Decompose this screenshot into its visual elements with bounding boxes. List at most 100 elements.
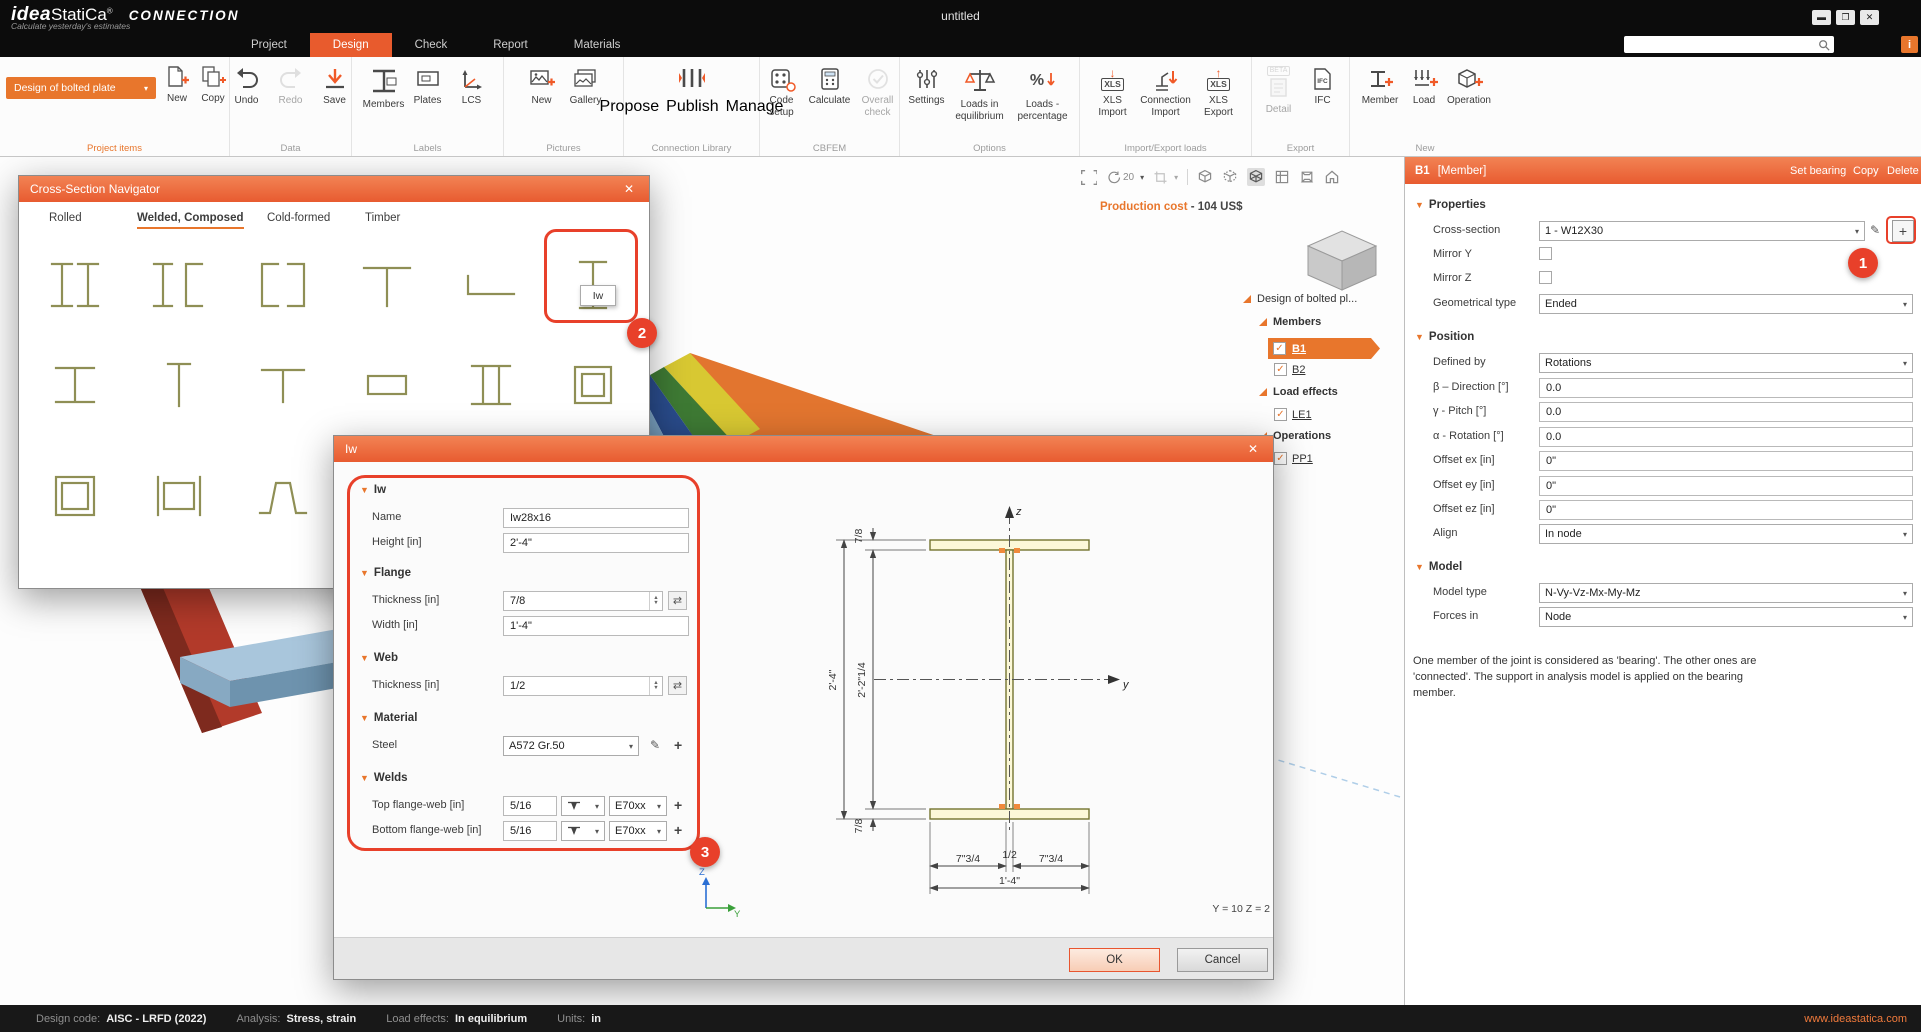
tab-design[interactable]: Design [310, 33, 392, 57]
section-icon-T[interactable] [352, 250, 422, 320]
tab-project[interactable]: Project [228, 33, 310, 57]
section-header-properties[interactable]: ▼Properties [1415, 199, 1486, 211]
section-clip-select[interactable]: ▾ [1153, 170, 1178, 185]
tab-timber[interactable]: Timber [365, 212, 400, 227]
section-icon-flat-angle[interactable] [456, 250, 526, 320]
new-load-button[interactable]: Load [1403, 61, 1445, 107]
expand-icon[interactable] [1259, 318, 1267, 326]
tab-materials[interactable]: Materials [551, 33, 644, 57]
view-model-button[interactable] [1274, 169, 1290, 185]
tab-rolled[interactable]: Rolled [49, 212, 82, 227]
section-header-position[interactable]: ▼Position [1415, 331, 1474, 343]
load-effects-value[interactable]: In equilibrium [455, 1013, 527, 1025]
fit-view-button[interactable] [1080, 169, 1097, 186]
name-field[interactable]: Iw28x16 [503, 508, 689, 528]
close-icon[interactable]: ✕ [1244, 442, 1262, 456]
orientation-cube-icon[interactable] [1296, 222, 1388, 294]
loads-in-equilibrium-button[interactable]: Loads in equilibrium [950, 61, 1010, 122]
picture-new-button[interactable]: New [521, 61, 563, 107]
propose-button[interactable]: Propose [600, 98, 660, 116]
geometrical-type-select[interactable]: Ended▾ [1539, 294, 1913, 314]
section-icon-T-wide[interactable] [248, 350, 318, 420]
section-header-flange[interactable]: ▼Flange [360, 567, 411, 579]
steel-grade-select[interactable]: A572 Gr.50▾ [503, 736, 639, 756]
settings-button[interactable]: Settings [906, 61, 948, 122]
offset-ez-field[interactable]: 0" [1539, 500, 1913, 520]
section-icon-plate-rect[interactable] [352, 350, 422, 420]
web-thickness-stepper[interactable]: 1/2▲▼ [503, 676, 663, 696]
add-cross-section-button[interactable]: + [1892, 220, 1914, 242]
section-icon-channels-box[interactable] [248, 250, 318, 320]
view-perspective-button[interactable] [1299, 169, 1315, 185]
edit-cross-section-icon[interactable]: ✎ [1870, 223, 1880, 237]
rotation-angle-select[interactable]: 20▾ [1106, 170, 1144, 185]
offset-ey-field[interactable]: 0" [1539, 476, 1913, 496]
flange-width-field[interactable]: 1'-4" [503, 616, 689, 636]
section-icon-welded-double-I[interactable] [40, 250, 110, 320]
cancel-button[interactable]: Cancel [1177, 948, 1268, 972]
save-button[interactable]: Save [314, 61, 356, 107]
minimize-icon[interactable]: ▬ [1812, 10, 1831, 25]
offset-ex-field[interactable]: 0" [1539, 451, 1913, 471]
forces-in-select[interactable]: Node▾ [1539, 607, 1913, 627]
tree-item-b2[interactable]: ✓ B2 [1274, 363, 1305, 376]
xls-import-button[interactable]: ↓XLS XLS Import [1094, 61, 1132, 118]
bottom-weld-electrode-select[interactable]: E70xx▾ [609, 821, 667, 841]
calculate-button[interactable]: Calculate [806, 61, 854, 118]
design-code-value[interactable]: AISC - LRFD (2022) [106, 1013, 206, 1025]
section-header-iw[interactable]: ▼Iw [360, 484, 386, 496]
section-icon-hat[interactable] [248, 461, 318, 531]
units-value[interactable]: in [591, 1013, 601, 1025]
mirror-y-checkbox[interactable] [1539, 247, 1552, 260]
edit-material-icon[interactable]: ✎ [650, 738, 660, 752]
set-bearing-button[interactable]: Set bearing [1790, 165, 1846, 177]
tab-report[interactable]: Report [470, 33, 551, 57]
section-icon-I-with-channel[interactable] [144, 250, 214, 320]
tree-item-load-effects[interactable]: Load effects [1259, 386, 1338, 398]
beta-direction-field[interactable]: 0.0 [1539, 378, 1913, 398]
web-swap-button[interactable]: ⇄ [668, 676, 687, 695]
mirror-z-checkbox[interactable] [1539, 271, 1552, 284]
top-weld-size-field[interactable]: 5/16 [503, 796, 557, 816]
tree-item-project-root[interactable]: Design of bolted pl... [1243, 293, 1357, 305]
lcs-button[interactable]: LCS [451, 61, 493, 111]
top-weld-electrode-select[interactable]: E70xx▾ [609, 796, 667, 816]
maximize-icon[interactable]: ❐ [1836, 10, 1855, 25]
flange-swap-button[interactable]: ⇄ [668, 591, 687, 610]
tree-item-b1-selected[interactable]: ✓ B1 [1268, 338, 1380, 359]
delete-member-button[interactable]: Delete [1887, 165, 1919, 177]
copy-member-button[interactable]: Copy [1853, 165, 1879, 177]
members-labels-button[interactable]: Members [363, 61, 405, 111]
bottom-weld-size-field[interactable]: 5/16 [503, 821, 557, 841]
loads-percentage-button[interactable]: % Loads - percentage [1012, 61, 1074, 122]
add-bottom-weld-icon[interactable]: + [674, 822, 682, 838]
navigator-title-bar[interactable]: Cross-Section Navigator ✕ [19, 176, 649, 202]
alpha-rotation-field[interactable]: 0.0 [1539, 427, 1913, 447]
flange-thickness-stepper[interactable]: 7/8▲▼ [503, 591, 663, 611]
model-type-select[interactable]: N-Vy-Vz-Mx-My-Mz▾ [1539, 583, 1913, 603]
le1-checkbox[interactable]: ✓ [1274, 408, 1287, 421]
add-top-weld-icon[interactable]: + [674, 797, 682, 813]
section-icon-box[interactable] [558, 350, 628, 420]
section-icon-T-narrow[interactable] [144, 350, 214, 420]
view-transparent-button[interactable] [1222, 169, 1238, 185]
view-solid-button[interactable] [1197, 169, 1213, 185]
cross-section-select[interactable]: 1 - W12X30▾ [1539, 221, 1865, 241]
expand-icon[interactable] [1243, 295, 1251, 303]
defined-by-select[interactable]: Rotations▾ [1539, 353, 1913, 373]
expand-icon[interactable] [1259, 388, 1267, 396]
ifc-export-button[interactable]: IFC IFC [1302, 61, 1344, 116]
website-link[interactable]: www.ideastatica.com [1804, 1013, 1907, 1025]
bottom-weld-type-select[interactable]: ▾ [561, 821, 605, 841]
stepper-arrows-icon[interactable]: ▲▼ [649, 592, 662, 610]
add-material-icon[interactable]: + [674, 737, 682, 753]
b1-checkbox[interactable]: ✓ [1273, 342, 1286, 355]
tab-check[interactable]: Check [392, 33, 471, 57]
gamma-pitch-field[interactable]: 0.0 [1539, 402, 1913, 422]
pp1-checkbox[interactable]: ✓ [1274, 452, 1287, 465]
xls-export-button[interactable]: ↑XLS XLS Export [1200, 61, 1238, 118]
analysis-value[interactable]: Stress, strain [287, 1013, 357, 1025]
code-setup-button[interactable]: Code setup [760, 61, 804, 118]
new-operation-button[interactable]: Operation [1447, 61, 1491, 107]
view-wireframe-button[interactable] [1247, 168, 1265, 186]
